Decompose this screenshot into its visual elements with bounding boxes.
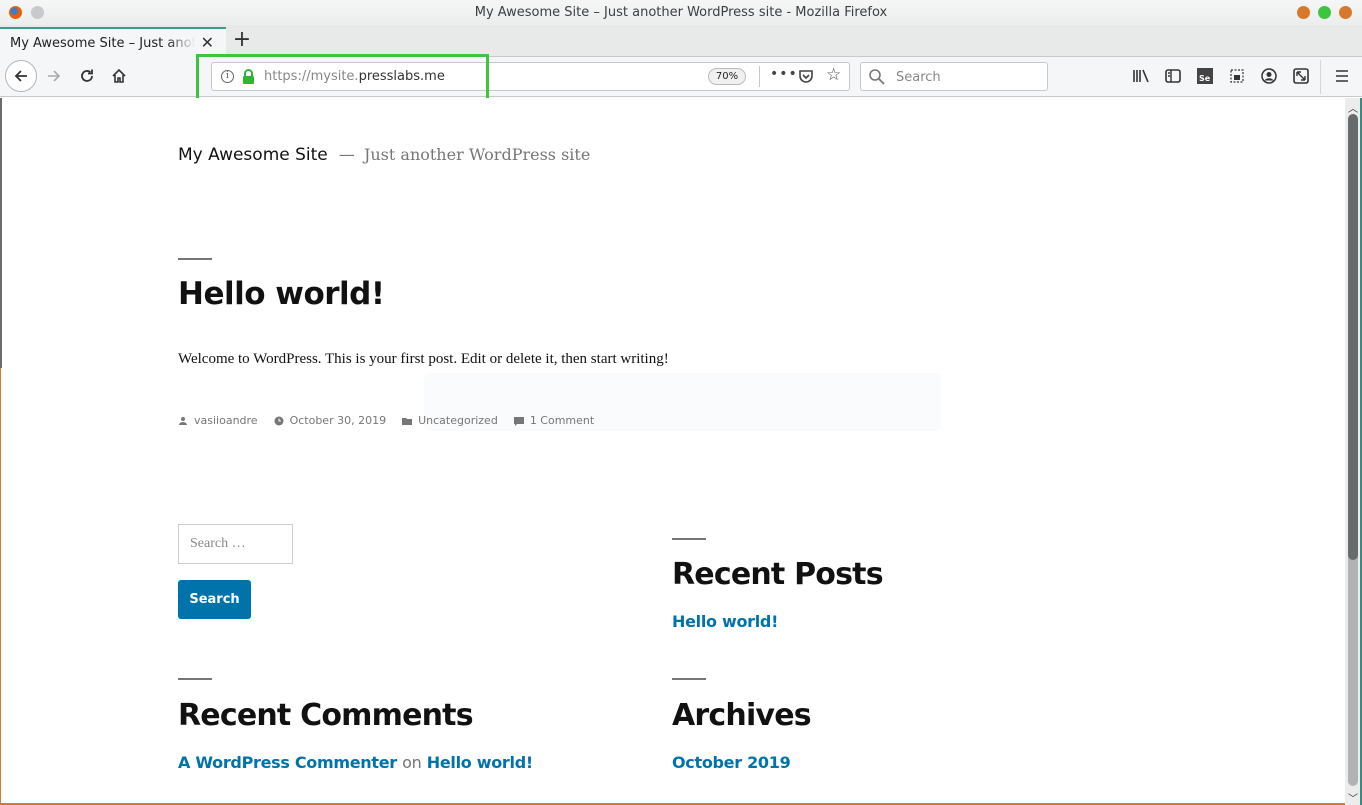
new-tab-button[interactable]: + (232, 29, 252, 51)
recent-comment-item: A WordPress Commenter on Hello world! (178, 753, 533, 772)
search-widget-button[interactable]: Search (178, 580, 251, 619)
site-title-separator: — (338, 145, 355, 164)
post-comments[interactable]: 1 Comment (513, 414, 594, 427)
clock-icon (274, 416, 284, 425)
selenium-ide-icon: Se (1197, 68, 1213, 84)
library-icon (1133, 69, 1149, 83)
site-title-link[interactable]: My Awesome Site (178, 145, 328, 165)
tab-active[interactable]: My Awesome Site – Just another WordPress… (0, 27, 226, 58)
close-tab-icon[interactable]: ✕ (201, 33, 214, 53)
site-info-icon[interactable]: i (221, 70, 234, 83)
account-icon (1261, 68, 1277, 84)
url-scheme: https://mysite. (264, 69, 359, 84)
tab-title: My Awesome Site – Just another WordPress… (10, 36, 195, 51)
toolbar-divider (1320, 60, 1321, 94)
close-window-button[interactable] (1339, 6, 1352, 19)
post-date[interactable]: October 30, 2019 (274, 414, 387, 427)
url-text[interactable]: https://mysite.presslabs.me (264, 69, 445, 84)
search-bar[interactable]: Search (860, 62, 1048, 91)
title-bar: My Awesome Site – Just another WordPress… (0, 0, 1362, 25)
arrow-left-icon (14, 70, 27, 82)
scroll-up-arrow-icon[interactable]: ︿ (1348, 100, 1358, 115)
urlbar-divider (759, 66, 760, 87)
sidebar-icon (1165, 69, 1181, 83)
firefox-logo-icon (9, 6, 22, 19)
post-title-rule (178, 258, 212, 260)
url-bar[interactable]: i https://mysite.presslabs.me 70% ••• ☆ (211, 62, 850, 91)
category-name[interactable]: Uncategorized (418, 414, 498, 427)
search-widget-input[interactable]: Search … (178, 524, 293, 564)
archives-title: Archives (672, 698, 812, 733)
menu-button[interactable] (1333, 67, 1351, 85)
home-button[interactable] (108, 65, 130, 87)
post-category[interactable]: Uncategorized (402, 414, 498, 427)
library-button[interactable] (1132, 67, 1150, 85)
archives-rule (672, 678, 706, 680)
resize-icon (1293, 68, 1309, 84)
comment-author-link[interactable]: A WordPress Commenter (178, 753, 397, 772)
site-branding: My Awesome Site — Just another WordPress… (178, 145, 590, 165)
archive-link[interactable]: October 2019 (672, 753, 791, 772)
bookmark-star-icon[interactable]: ☆ (826, 65, 841, 85)
comment-connector: on (402, 753, 422, 772)
screenshot-button[interactable] (1228, 67, 1246, 85)
minimize-button[interactable] (1297, 6, 1310, 19)
recent-post-link[interactable]: Hello world! (672, 612, 778, 631)
lock-icon[interactable] (242, 69, 255, 84)
svg-text:Se: Se (1199, 74, 1211, 83)
selenium-ide-button[interactable]: Se (1196, 67, 1214, 85)
folder-icon (402, 417, 413, 425)
comments-count[interactable]: 1 Comment (530, 414, 594, 427)
page-actions-button[interactable]: ••• (770, 66, 798, 82)
post-author[interactable]: vasiioandre (178, 414, 258, 427)
viewport-edge (0, 98, 2, 368)
zoom-level-badge[interactable]: 70% (708, 68, 746, 85)
person-icon (179, 416, 187, 425)
author-name[interactable]: vasiioandre (194, 414, 258, 427)
window-menu-button[interactable] (31, 6, 44, 19)
recent-comments-title: Recent Comments (178, 698, 474, 733)
recent-posts-rule (672, 538, 706, 540)
post-meta: vasiioandre October 30, 2019 Uncategoriz… (178, 414, 610, 427)
recent-comments-rule (178, 678, 212, 680)
pocket-icon[interactable] (798, 68, 814, 84)
menu-icon (1336, 70, 1348, 82)
post-date-text[interactable]: October 30, 2019 (290, 414, 387, 427)
comment-post-link[interactable]: Hello world! (427, 753, 533, 772)
arrow-right-icon (48, 70, 61, 82)
search-placeholder: Search (896, 70, 941, 85)
comment-icon (513, 416, 524, 426)
post-content: Welcome to WordPress. This is your first… (178, 351, 669, 367)
home-icon (112, 68, 126, 83)
reload-icon (81, 69, 93, 82)
reload-button[interactable] (76, 65, 98, 87)
site-description: Just another WordPress site (363, 145, 591, 164)
page-scrollbar[interactable]: ︿ ﹀ (1345, 98, 1362, 805)
search-icon (869, 69, 885, 85)
navigation-toolbar: i https://mysite.presslabs.me 70% ••• ☆ … (0, 57, 1362, 97)
account-button[interactable] (1260, 67, 1278, 85)
recent-posts-title: Recent Posts (672, 557, 884, 592)
browser-window: My Awesome Site – Just another WordPress… (0, 0, 1362, 805)
scroll-down-arrow-icon[interactable]: ﹀ (1348, 790, 1358, 805)
sidebar-button[interactable] (1164, 67, 1182, 85)
window-title: My Awesome Site – Just another WordPress… (474, 5, 888, 20)
back-button[interactable] (5, 60, 37, 92)
page-viewport: My Awesome Site — Just another WordPress… (0, 98, 1345, 805)
forward-button[interactable] (43, 65, 65, 87)
scroll-thumb[interactable] (1348, 114, 1358, 560)
resize-button[interactable] (1292, 67, 1310, 85)
post-title[interactable]: Hello world! (178, 276, 385, 312)
url-host: presslabs.me (358, 69, 445, 84)
maximize-button[interactable] (1318, 6, 1331, 19)
screenshot-icon (1230, 69, 1244, 83)
tab-strip: My Awesome Site – Just another WordPress… (0, 25, 1362, 58)
